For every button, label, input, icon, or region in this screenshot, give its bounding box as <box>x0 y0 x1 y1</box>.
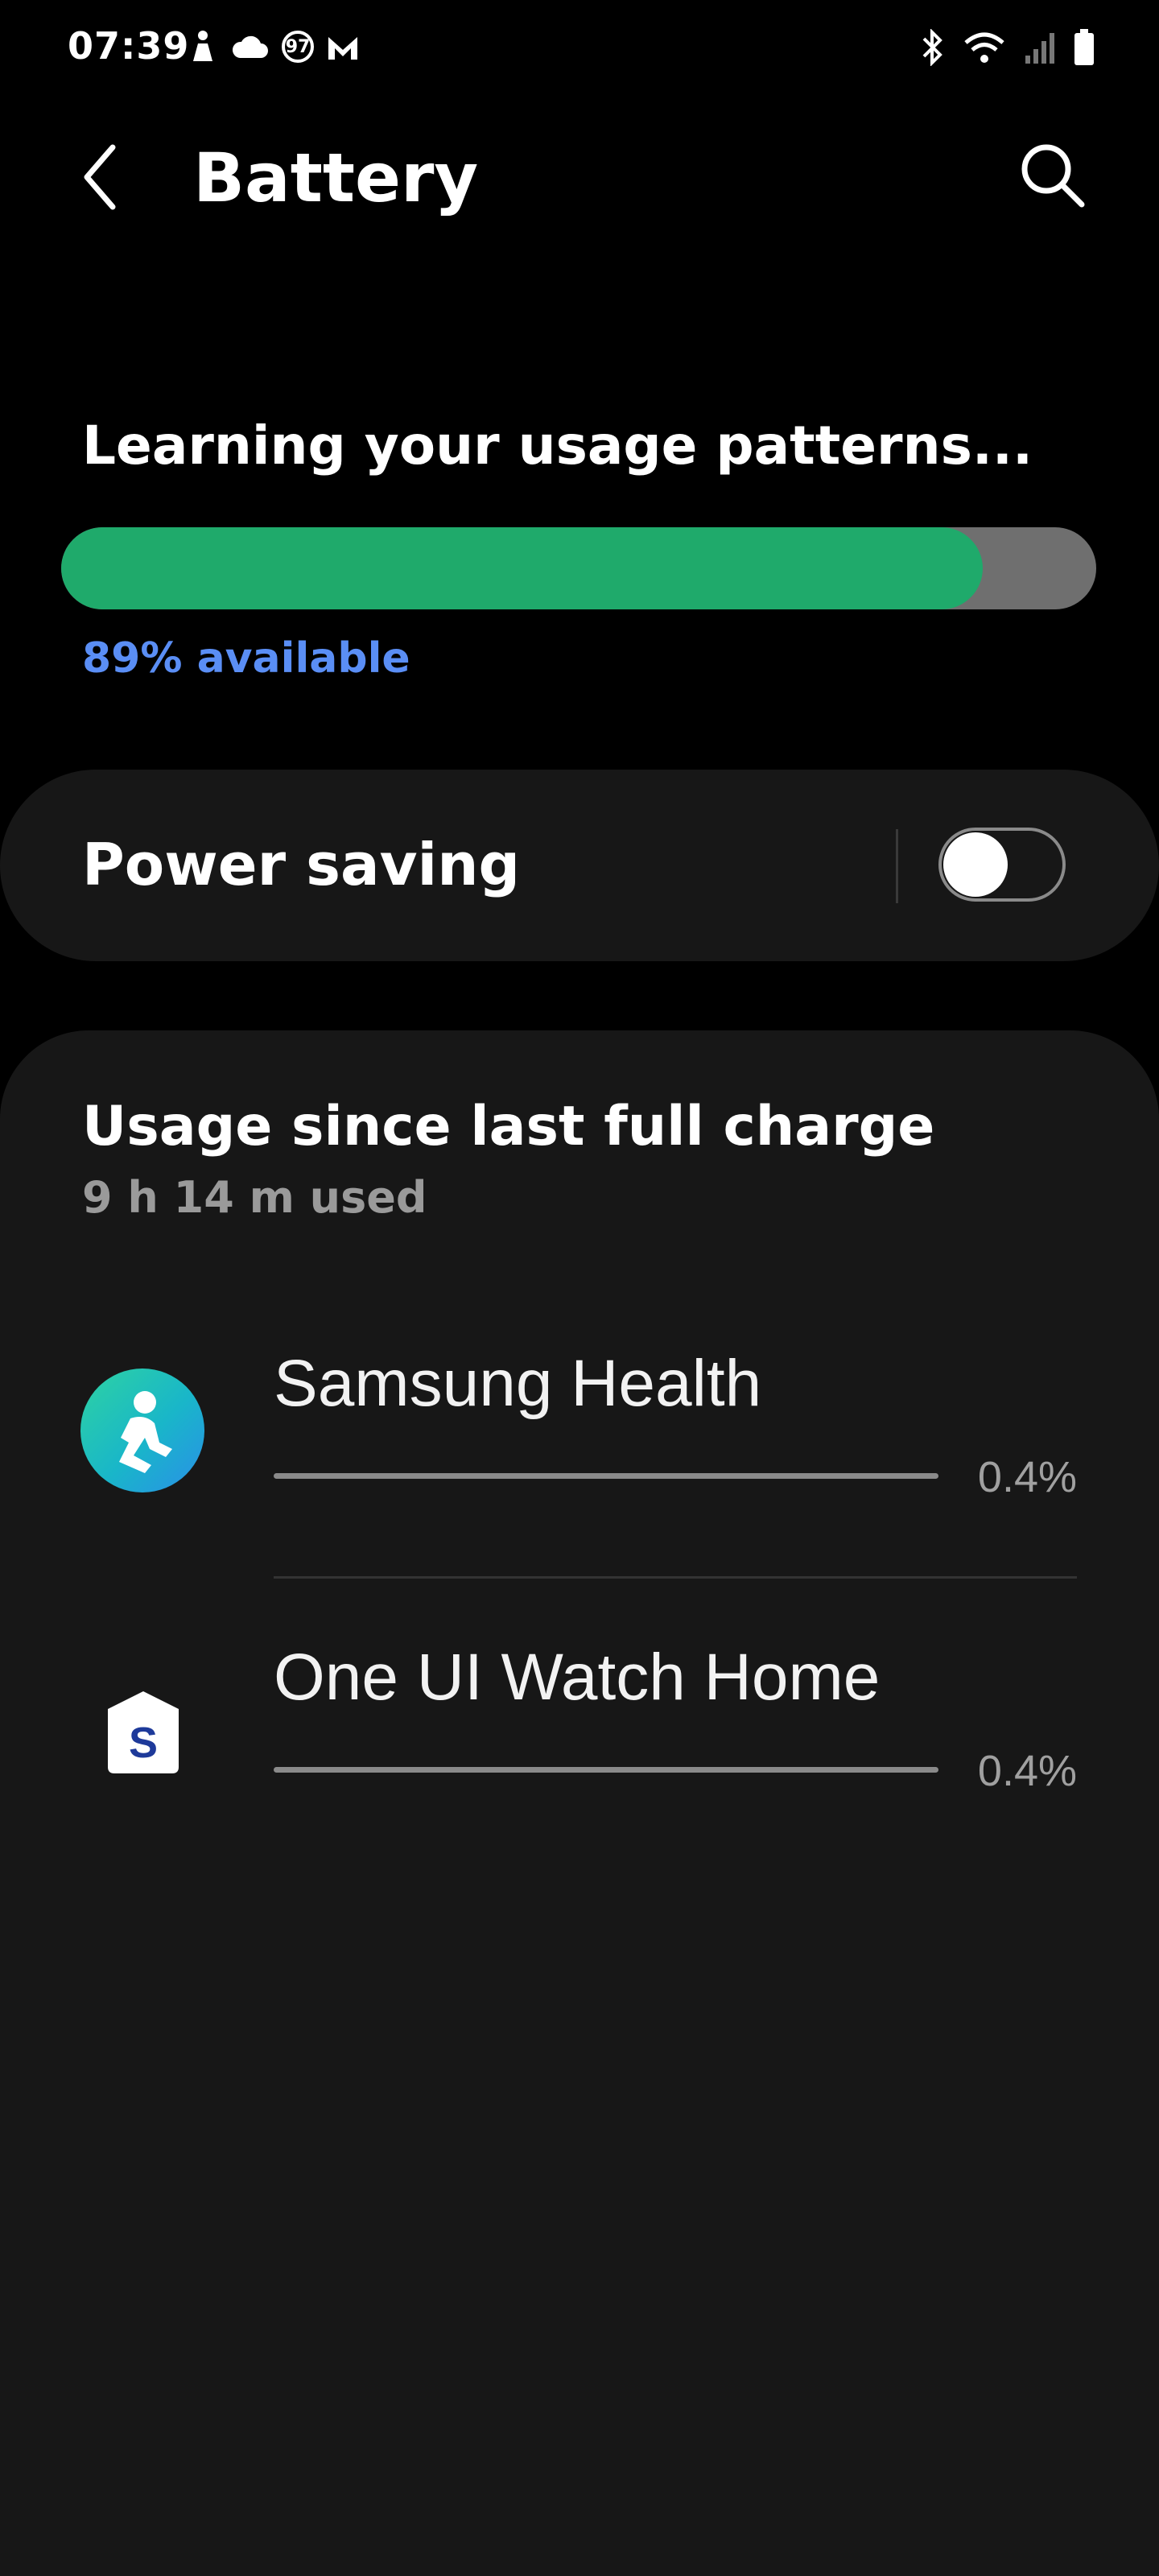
chevron-left-icon <box>84 144 116 210</box>
battery-level-fill <box>61 527 983 609</box>
notification-badge: 97 <box>282 31 314 63</box>
app-usage-percent: 0.4% <box>977 1453 1077 1501</box>
power-saving-toggle[interactable] <box>938 828 1066 902</box>
usage-subtitle: 9 h 14 m used <box>82 1172 427 1223</box>
app-usage-bar <box>274 1473 938 1479</box>
app-usage-row[interactable]: S One UI Watch Home 0.4% <box>0 1598 1159 1856</box>
status-time: 07:39 <box>68 24 190 68</box>
wifi-icon <box>964 32 1004 63</box>
status-icons-left: 97 <box>187 29 361 64</box>
row-divider <box>274 1576 1077 1579</box>
svg-text:S: S <box>129 1719 158 1767</box>
app-usage-percent: 0.4% <box>977 1747 1077 1795</box>
power-saving-label: Power saving <box>82 831 521 898</box>
page-title: Battery <box>193 138 479 217</box>
app-usage-bar <box>274 1767 938 1773</box>
samsung-health-icon <box>80 1368 204 1492</box>
battery-level-bar <box>61 527 1096 609</box>
search-button[interactable] <box>1016 138 1088 211</box>
m-app-icon <box>328 37 357 60</box>
battery-status-icon <box>1074 29 1094 65</box>
app-name: One UI Watch Home <box>274 1641 881 1714</box>
status-icons-right <box>921 29 1095 66</box>
cloud-icon <box>232 35 268 58</box>
app-usage-row[interactable]: Samsung Health 0.4% <box>0 1304 1159 1562</box>
back-button[interactable] <box>77 137 142 217</box>
battery-status-text: Learning your usage patterns... <box>82 415 1033 477</box>
one-ui-watch-home-icon: S <box>108 1691 179 1773</box>
signal-icon <box>1025 33 1054 64</box>
battery-available-text: 89% available <box>82 634 410 683</box>
usage-title: Usage since last full charge <box>82 1095 935 1158</box>
runner-icon <box>119 1391 172 1473</box>
toggle-knob <box>943 832 1008 897</box>
power-saving-divider <box>896 829 898 903</box>
bluetooth-icon <box>922 29 942 66</box>
app-name: Samsung Health <box>274 1347 762 1420</box>
search-icon <box>1021 144 1085 208</box>
person-notification-icon <box>193 31 212 61</box>
